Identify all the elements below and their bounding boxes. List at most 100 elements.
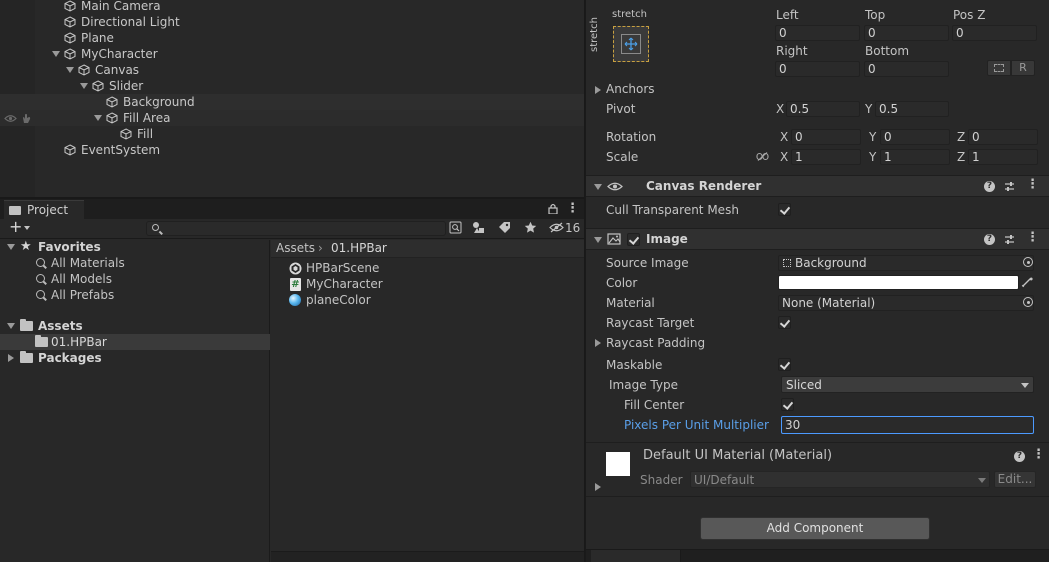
image-component-header[interactable]: Image ? ⋮ bbox=[586, 228, 1049, 250]
object-picker-icon[interactable] bbox=[1023, 257, 1033, 267]
foldout-collapsed-icon[interactable] bbox=[595, 86, 601, 94]
help-icon[interactable]: ? bbox=[984, 234, 995, 245]
packages-folder[interactable]: Packages bbox=[0, 350, 270, 366]
hierarchy-item-label: Fill bbox=[137, 127, 154, 141]
star-icon[interactable] bbox=[524, 221, 537, 234]
left-field[interactable]: 0 bbox=[775, 25, 860, 41]
hierarchy-item-plane[interactable]: Plane bbox=[0, 30, 584, 46]
rotation-y-field[interactable]: 0 bbox=[880, 129, 950, 145]
kebab-menu-icon[interactable]: ⋮ bbox=[1032, 447, 1045, 462]
source-image-field[interactable]: Background bbox=[778, 255, 1034, 271]
blueprint-mode-button[interactable] bbox=[987, 60, 1011, 76]
constrain-proportions-icon[interactable] bbox=[756, 152, 769, 161]
cull-transparent-mesh-checkbox[interactable] bbox=[778, 203, 791, 216]
kebab-menu-icon[interactable]: ⋮ bbox=[1026, 230, 1039, 245]
lock-icon[interactable] bbox=[548, 203, 558, 214]
shader-dropdown[interactable]: UI/Default bbox=[690, 471, 990, 488]
ppu-multiplier-input[interactable]: 30 bbox=[781, 416, 1034, 434]
foldout-expanded-icon[interactable] bbox=[94, 115, 102, 121]
raycast-target-checkbox[interactable] bbox=[778, 316, 791, 329]
fill-center-checkbox[interactable] bbox=[781, 398, 794, 411]
search-icon bbox=[36, 290, 45, 299]
foldout-expanded-icon[interactable] bbox=[594, 237, 602, 243]
bottom-field[interactable]: 0 bbox=[864, 61, 949, 77]
raycast-padding-label[interactable]: Raycast Padding bbox=[606, 336, 705, 350]
hierarchy-item-main-camera[interactable]: Main Camera bbox=[0, 0, 584, 14]
filter-by-label-icon[interactable] bbox=[498, 221, 511, 234]
search-input[interactable] bbox=[146, 221, 446, 236]
presets-sliders-icon[interactable] bbox=[1004, 234, 1015, 245]
favorite-all-prefabs[interactable]: All Prefabs bbox=[0, 287, 270, 303]
help-icon[interactable]: ? bbox=[1014, 451, 1025, 462]
search-by-type-icon[interactable] bbox=[449, 221, 462, 234]
foldout-collapsed-icon[interactable] bbox=[8, 354, 14, 362]
favorites-group[interactable]: ★ Favorites bbox=[0, 239, 270, 255]
pickable-hand-icon[interactable] bbox=[21, 113, 32, 124]
hidden-packages-eye-icon[interactable] bbox=[549, 222, 564, 233]
foldout-expanded-icon[interactable] bbox=[80, 83, 88, 89]
foldout-collapsed-icon[interactable] bbox=[595, 483, 601, 491]
add-component-button[interactable]: Add Component bbox=[700, 517, 930, 540]
favorite-all-models[interactable]: All Models bbox=[0, 271, 270, 287]
hierarchy-item-directional-light[interactable]: Directional Light bbox=[0, 14, 584, 30]
image-type-value: Sliced bbox=[786, 378, 822, 392]
hierarchy-item-mycharacter[interactable]: MyCharacter bbox=[0, 46, 584, 62]
foldout-expanded-icon[interactable] bbox=[7, 323, 15, 329]
edit-shader-button[interactable]: Edit... bbox=[994, 471, 1036, 488]
scale-x-field[interactable]: 1 bbox=[791, 149, 861, 165]
foldout-expanded-icon[interactable] bbox=[594, 184, 602, 190]
foldout-expanded-icon[interactable] bbox=[66, 67, 74, 73]
breadcrumb-assets[interactable]: Assets bbox=[276, 241, 315, 255]
scale-y-field[interactable]: 1 bbox=[880, 149, 950, 165]
assets-folder[interactable]: Assets bbox=[0, 318, 270, 334]
bottom-tab[interactable] bbox=[591, 550, 681, 562]
folder-01-hpbar[interactable]: 01.HPBar bbox=[0, 334, 270, 350]
rotation-x-field[interactable]: 0 bbox=[791, 129, 861, 145]
hierarchy-item-eventsystem[interactable]: EventSystem bbox=[0, 142, 584, 158]
hierarchy-item-fill-area[interactable]: Fill Area bbox=[0, 110, 584, 126]
asset-item-planecolor[interactable]: planeColor bbox=[271, 293, 584, 309]
right-field[interactable]: 0 bbox=[775, 61, 860, 77]
scale-z-field[interactable]: 1 bbox=[968, 149, 1038, 165]
object-picker-icon[interactable] bbox=[1023, 297, 1033, 307]
breadcrumb-current[interactable]: 01.HPBar bbox=[331, 241, 387, 255]
posz-field[interactable]: 0 bbox=[952, 25, 1037, 41]
filter-by-type-icon[interactable] bbox=[472, 221, 485, 234]
hierarchy-item-fill[interactable]: Fill bbox=[0, 126, 584, 142]
canvas-renderer-header[interactable]: Canvas Renderer ? ⋮ bbox=[586, 175, 1049, 197]
eyedropper-icon[interactable] bbox=[1021, 276, 1033, 288]
hierarchy-item-label: MyCharacter bbox=[81, 47, 158, 61]
color-swatch[interactable] bbox=[778, 275, 1019, 290]
hierarchy-item-background[interactable]: Background bbox=[0, 94, 584, 110]
maskable-checkbox[interactable] bbox=[778, 358, 791, 371]
pivot-y-field[interactable]: 0.5 bbox=[875, 101, 949, 117]
anchors-label[interactable]: Anchors bbox=[606, 82, 655, 96]
asset-item-hpbarscene[interactable]: HPBarScene bbox=[271, 261, 584, 277]
image-type-dropdown[interactable]: Sliced bbox=[781, 376, 1034, 393]
chevron-down-icon bbox=[978, 478, 986, 483]
hierarchy-item-label: Canvas bbox=[95, 63, 140, 77]
chevron-down-icon[interactable] bbox=[24, 226, 30, 230]
foldout-expanded-icon[interactable] bbox=[52, 51, 60, 57]
asset-item-mycharacter[interactable]: # MyCharacter bbox=[271, 277, 584, 293]
top-field[interactable]: 0 bbox=[864, 25, 949, 41]
kebab-menu-icon[interactable]: ⋮ bbox=[566, 201, 579, 216]
presets-sliders-icon[interactable] bbox=[1004, 181, 1015, 192]
pivot-x-field[interactable]: 0.5 bbox=[786, 101, 860, 117]
kebab-menu-icon[interactable]: ⋮ bbox=[1026, 177, 1039, 192]
material-field[interactable]: None (Material) bbox=[778, 295, 1034, 311]
visibility-eye-icon[interactable] bbox=[4, 114, 17, 123]
favorite-label: All Models bbox=[51, 272, 112, 286]
favorite-all-materials[interactable]: All Materials bbox=[0, 255, 270, 271]
foldout-collapsed-icon[interactable] bbox=[595, 339, 601, 347]
anchor-preset-button[interactable] bbox=[613, 26, 649, 62]
image-enabled-checkbox[interactable] bbox=[627, 233, 640, 246]
hierarchy-item-slider[interactable]: Slider bbox=[0, 78, 584, 94]
rotation-z-field[interactable]: 0 bbox=[968, 129, 1038, 145]
foldout-expanded-icon[interactable] bbox=[7, 244, 15, 250]
raw-edit-button[interactable]: R bbox=[1011, 60, 1035, 76]
hierarchy-item-canvas[interactable]: Canvas bbox=[0, 62, 584, 78]
raycast-target-label: Raycast Target bbox=[606, 316, 695, 330]
help-icon[interactable]: ? bbox=[984, 181, 995, 192]
plus-icon[interactable]: + bbox=[9, 219, 22, 235]
